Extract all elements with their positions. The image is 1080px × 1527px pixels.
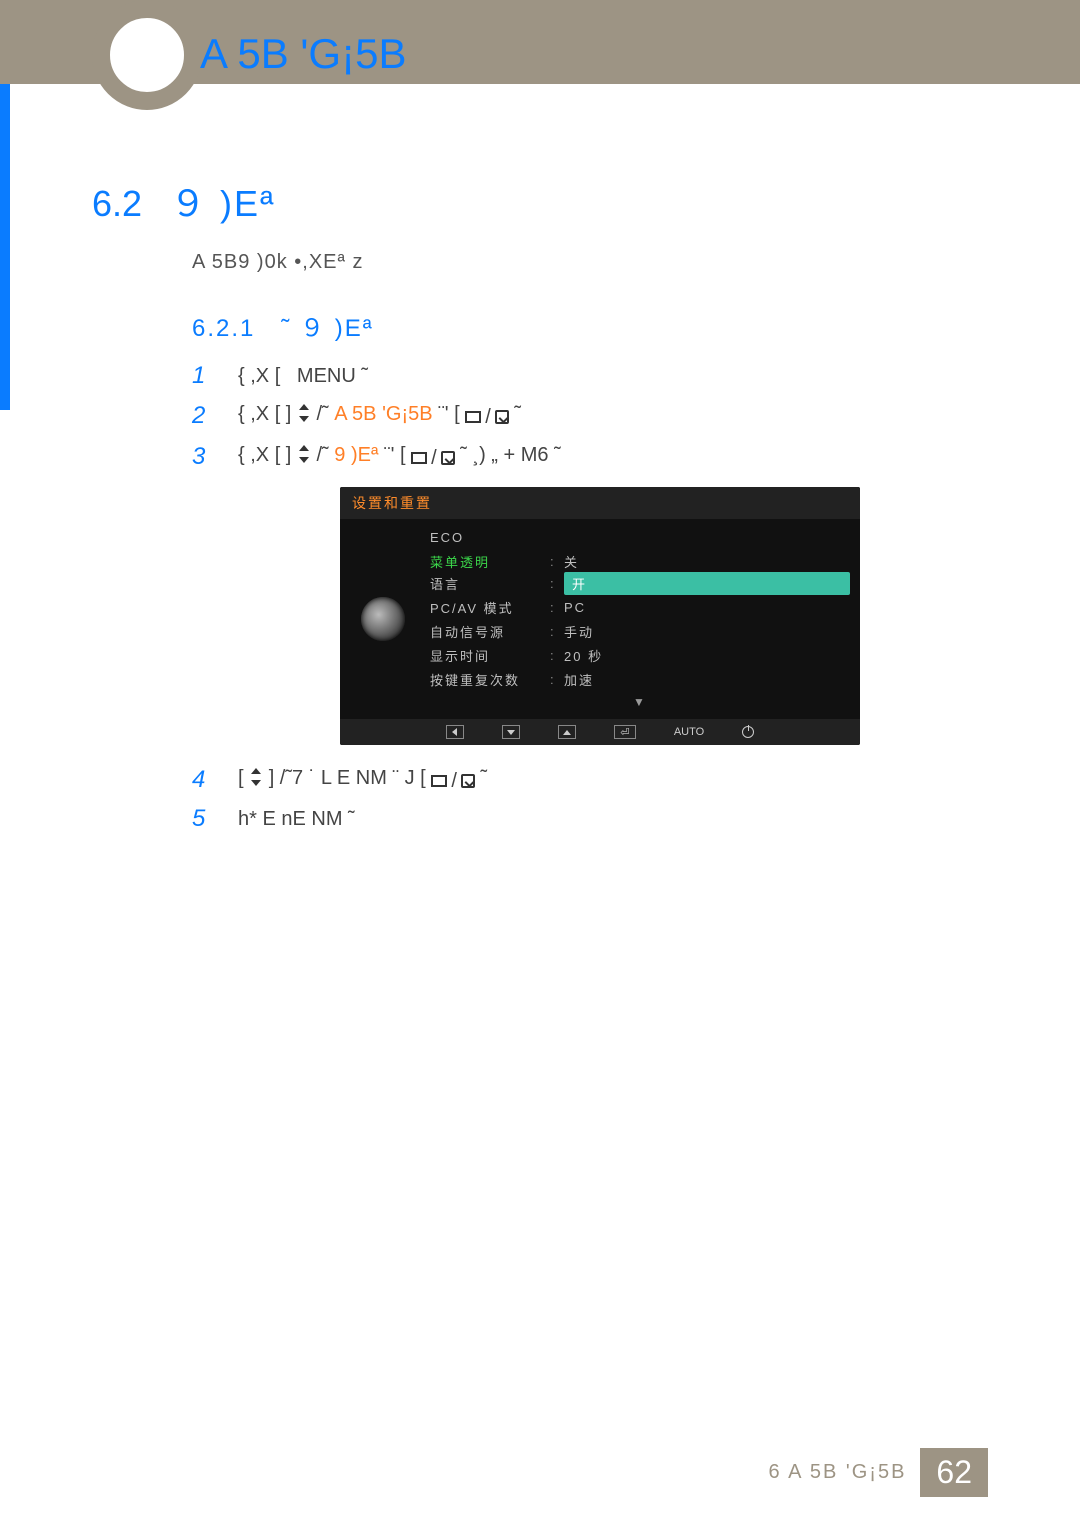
osd-selected-option: 开 [564,572,850,595]
step-text: { ,X [ [238,365,280,387]
footer-page-number: 62 [920,1448,988,1497]
step-text: ¨' [ [384,444,406,466]
osd-row: 语言 : 开 [430,571,850,595]
osd-colon: : [550,576,564,591]
step-row: 2 { ,X [ ] /˜ A 5B 'G¡5B ¨' [ / ˜ [192,399,988,432]
select-enter-icon: / [431,766,475,796]
up-down-icon [297,445,311,463]
up-down-icon [249,768,263,786]
gear-icon [361,597,405,641]
osd-row: 自动信号源 : 手动 [430,619,850,643]
chapter-badge [92,0,202,110]
step-highlight: 9 )Eª [334,444,378,466]
step-number: 1 [192,361,212,391]
osd-colon: : [550,600,564,615]
step-row: 4 [ ] /˜7 ˙ L E NM ¨ J [ / ˜ [192,763,988,796]
osd-title: 设置和重置 [340,487,860,519]
scroll-down-icon: ▼ [430,691,850,709]
nav-enter-icon: ⏎ [614,725,636,739]
step-row: 3 { ,X [ ] /˜ 9 )Eª ¨' [ / ˜ ¸) „ + M6 ˜ [192,440,988,473]
step-text: { ,X [ ] [238,403,291,425]
osd-colon: : [550,672,564,687]
power-icon [742,726,754,738]
osd-value: 加速 [564,670,850,689]
osd-screenshot: 设置和重置 ECO 菜单透明 : 关 [340,487,860,745]
subsection-number: 6.2.1 [192,315,255,342]
step-text: h* E nE NM ˜ [238,804,355,834]
osd-value: 手动 [564,622,850,641]
osd-nav-bar: ⏎ AUTO [340,719,860,745]
step-number: 5 [192,804,212,834]
step-text: ˜ [361,365,368,387]
step-text: [ [238,767,244,789]
osd-label: 语言 [430,574,550,593]
osd-label: 自动信号源 [430,622,550,641]
step-text: ˜ [480,767,487,789]
osd-value: 20 秒 [564,646,850,665]
osd-label: 按键重复次数 [430,670,550,689]
select-enter-icon: / [465,402,509,432]
step-highlight: A 5B 'G¡5B [334,403,432,425]
osd-row: ECO [430,525,850,549]
osd-option: 关 [564,552,850,571]
subsection-title: ˜ ９ )Eª [281,315,373,342]
osd-row: PC/AV 模式 : PC [430,595,850,619]
osd-row: 显示时间 : 20 秒 [430,643,850,667]
page-footer: 6 A 5B 'G¡5B 62 [0,1448,1080,1497]
step-number: 4 [192,765,212,795]
osd-label: 显示时间 [430,646,550,665]
nav-auto-label: AUTO [674,726,704,738]
step-row: 5 h* E nE NM ˜ [192,804,988,834]
up-down-icon [297,404,311,422]
osd-colon: : [550,648,564,663]
section-description: A 5B9 )0k •,XEª z [192,251,988,274]
section-number: 6.2 [92,183,142,225]
osd-label: ECO [430,530,550,545]
nav-down-icon [502,725,520,739]
step-text: ˜ [514,403,521,425]
osd-colon: : [550,554,564,569]
nav-up-icon [558,725,576,739]
select-enter-icon: / [411,443,455,473]
osd-value: PC [564,600,850,615]
nav-left-icon [446,725,464,739]
osd-label: PC/AV 模式 [430,598,550,617]
step-text: ¨' [ [438,403,460,425]
section-title: ９ )Eª [170,175,275,227]
step-text: ] /˜7 ˙ L E NM ¨ J [ [269,767,426,789]
step-number: 3 [192,442,212,472]
footer-chapter-label: 6 A 5B 'G¡5B [769,1448,921,1497]
step-text: ˜ ¸) „ + M6 ˜ [460,444,561,466]
step-text: /˜ [316,403,334,425]
osd-label: 菜单透明 [430,552,550,571]
chapter-title: A 5B 'G¡5B [200,30,406,78]
step-row: 1 { ,X [ MENU ˜ [192,361,988,391]
step-text: /˜ [316,444,334,466]
step-text: { ,X [ ] [238,444,291,466]
step-number: 2 [192,401,212,431]
osd-row: 按键重复次数 : 加速 [430,667,850,691]
menu-button-label: MENU [297,365,356,387]
osd-row: 菜单透明 : 关 [430,549,850,573]
osd-colon: : [550,624,564,639]
